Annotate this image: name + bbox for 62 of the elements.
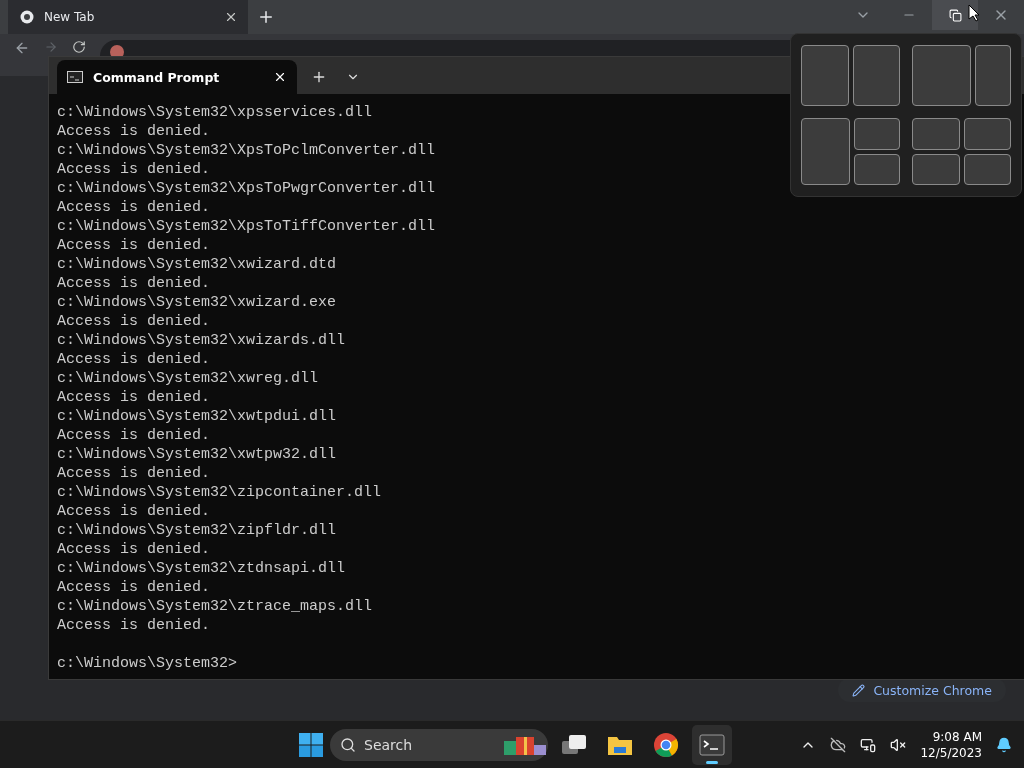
browser-tab[interactable]: New Tab: [8, 0, 248, 34]
console-line: Access is denied.: [57, 616, 211, 635]
close-icon[interactable]: [273, 70, 287, 84]
console-line: c:\Windows\System32\XpsToPclmConverter.dll: [57, 141, 436, 160]
taskbar-app[interactable]: [692, 724, 732, 765]
console-line: Access is denied.: [57, 388, 211, 407]
restore-icon[interactable]: [932, 0, 978, 30]
console-line: c:\Windows\System32\ztdnsapi.dll: [57, 559, 346, 578]
snap-zone[interactable]: [853, 153, 900, 185]
console-line: Access is denied.: [57, 312, 211, 331]
console-line: c:\Windows\System32\xwizards.dll: [57, 331, 346, 350]
volume-muted-icon[interactable]: [890, 736, 907, 753]
console-line: c:\Windows\System32\zipfldr.dll: [57, 521, 337, 540]
mouse-cursor-icon: [968, 4, 980, 22]
console-line: c:\Windows\System32\xwizard.dtd: [57, 255, 337, 274]
snap-zone[interactable]: [852, 45, 900, 106]
cloud-off-icon[interactable]: [830, 736, 847, 753]
close-icon[interactable]: [224, 10, 238, 24]
console-line: c:\Windows\System32\xwtpdui.dll: [57, 407, 337, 426]
taskbar-search-field[interactable]: Search: [330, 728, 548, 761]
console-line: c:\Windows\System32\zipcontainer.dll: [57, 483, 382, 502]
cmd-icon: [67, 71, 83, 83]
back-icon[interactable]: [14, 40, 30, 56]
console-line: Access is denied.: [57, 540, 211, 559]
snap-zone[interactable]: [975, 45, 1011, 106]
terminal-tab[interactable]: Command Prompt: [57, 60, 297, 94]
console-line: Access is denied.: [57, 274, 211, 293]
console-line: c:\Windows\System32\xwizard.exe: [57, 293, 337, 312]
snap-zone[interactable]: [801, 118, 850, 185]
snap-zone[interactable]: [853, 118, 900, 150]
snap-zone[interactable]: [912, 153, 960, 185]
snap-zone[interactable]: [963, 153, 1011, 185]
console-line: c:\Windows\System32\ztrace_maps.dll: [57, 597, 373, 616]
console-line: Access is denied.: [57, 160, 211, 179]
reload-icon[interactable]: [72, 40, 86, 54]
terminal-icon: [699, 733, 725, 756]
console-line: Access is denied.: [57, 236, 211, 255]
snap-zone[interactable]: [912, 45, 972, 106]
console-line: c:\Windows\System32\xpsservices.dll: [57, 103, 373, 122]
console-line: c:\Windows\System32\XpsToPwgrConverter.dll: [57, 179, 436, 198]
notification-bell-icon[interactable]: [996, 736, 1012, 753]
console-line: Access is denied.: [57, 578, 211, 597]
console-line: Access is denied.: [57, 502, 211, 521]
console-line: Access is denied.: [57, 464, 211, 483]
command-prompt[interactable]: c:\Windows\System32>: [57, 654, 238, 673]
network-icon[interactable]: [860, 736, 877, 753]
windows-start-icon[interactable]: [298, 731, 324, 758]
console-line: c:\Windows\System32\xwreg.dll: [57, 369, 319, 388]
console-line: c:\Windows\System32\xwtpw32.dll: [57, 445, 337, 464]
console-line: c:\Windows\System32\XpsToTiffConverter.dll: [57, 217, 436, 236]
snap-zone[interactable]: [963, 118, 1011, 150]
console-line: Access is denied.: [57, 198, 211, 217]
search-icon: [340, 736, 356, 753]
customize-chrome-button[interactable]: Customize Chrome: [838, 678, 1006, 702]
snap-zone[interactable]: [801, 45, 849, 106]
clock[interactable]: 9:08 AM 12/5/2023: [920, 728, 982, 761]
pencil-icon: [852, 683, 866, 697]
task-view-icon: [561, 733, 587, 756]
console-line: Access is denied.: [57, 426, 211, 445]
snap-zone[interactable]: [912, 118, 960, 150]
console-line: Access is denied.: [57, 122, 211, 141]
console-line: Access is denied.: [57, 350, 211, 369]
